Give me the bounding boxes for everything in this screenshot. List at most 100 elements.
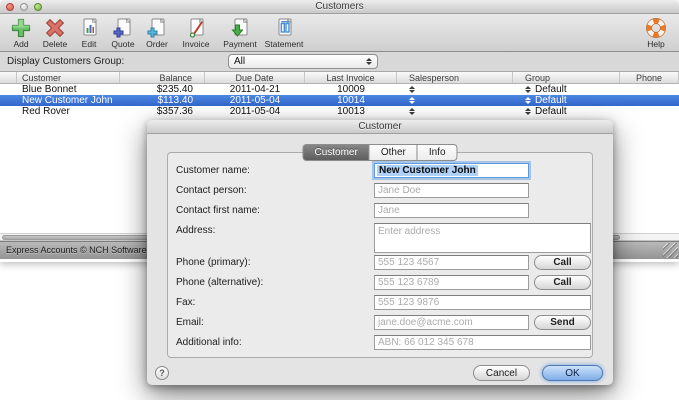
toolbar-item-label: Payment bbox=[223, 39, 257, 49]
contact-first-name-field[interactable] bbox=[374, 203, 529, 218]
customer-name-field[interactable]: New Customer John bbox=[374, 163, 529, 178]
payment-button[interactable]: Payment bbox=[218, 16, 262, 49]
selected-text: New Customer John bbox=[377, 165, 478, 176]
column-header-group[interactable]: Group bbox=[513, 72, 620, 83]
cell-last-invoice: 10013 bbox=[337, 106, 365, 117]
help-icon bbox=[645, 16, 667, 40]
cancel-button[interactable]: Cancel bbox=[473, 365, 530, 381]
table-row[interactable]: Blue Bonnet $235.40 2011-04-21 10009 Default bbox=[0, 84, 679, 95]
cell-last-invoice: 10014 bbox=[337, 95, 365, 106]
window-title: Customers bbox=[315, 1, 364, 12]
email-field[interactable] bbox=[374, 315, 529, 330]
tab-customer[interactable]: Customer bbox=[302, 144, 370, 161]
email-label: Email: bbox=[176, 317, 204, 328]
toolbar: Add Delete Edit Quote Order Invoice Payment Sta… bbox=[0, 14, 679, 52]
field-row-additional-info: Additional info: bbox=[168, 335, 592, 355]
dialog-body: Customer Other Info Customer name: New Cust… bbox=[147, 134, 613, 385]
column-header-due-date[interactable]: Due Date bbox=[205, 72, 305, 83]
contact-person-label: Contact person: bbox=[176, 185, 247, 196]
stepper-icon bbox=[409, 86, 415, 93]
column-header-last-invoice[interactable]: Last Invoice bbox=[305, 72, 397, 83]
call-button-phone-primary[interactable]: Call bbox=[534, 255, 591, 270]
cell-salesperson[interactable] bbox=[397, 84, 513, 95]
add-button[interactable]: Add bbox=[4, 16, 38, 49]
quote-button[interactable]: Quote bbox=[106, 16, 140, 49]
additional-info-label: Additional info: bbox=[176, 337, 242, 348]
cell-gutter bbox=[0, 95, 10, 106]
group-value: Default bbox=[535, 95, 567, 106]
column-header-customer[interactable]: Customer bbox=[10, 72, 120, 83]
add-icon bbox=[9, 16, 33, 40]
customer-name-label: Customer name: bbox=[176, 165, 250, 176]
tab-other[interactable]: Other bbox=[369, 144, 418, 161]
phone-primary-field[interactable] bbox=[374, 255, 529, 270]
field-row-contact-first-name: Contact first name: bbox=[168, 203, 592, 223]
column-header-salesperson[interactable]: Salesperson bbox=[397, 72, 513, 83]
cell-customer: Blue Bonnet bbox=[22, 84, 77, 95]
edit-button[interactable]: Edit bbox=[72, 16, 106, 49]
cell-due-date: 2011-05-04 bbox=[229, 106, 281, 117]
statement-button[interactable]: Statement bbox=[262, 16, 306, 49]
toolbar-item-label: Statement bbox=[264, 39, 304, 49]
customer-name-control: New Customer John bbox=[374, 163, 591, 183]
delete-icon bbox=[43, 16, 67, 40]
phone-primary-label: Phone (primary): bbox=[176, 257, 251, 268]
contact-person-field[interactable] bbox=[374, 183, 529, 198]
cell-gutter bbox=[0, 106, 10, 117]
contact-person-control bbox=[374, 183, 591, 203]
fax-control bbox=[374, 295, 591, 315]
cell-phone bbox=[620, 106, 679, 117]
cell-phone bbox=[620, 84, 679, 95]
table-row[interactable]: Red Rover $357.36 2011-05-04 10013 Default bbox=[0, 106, 679, 117]
table-header: Customer Balance Due Date Last Invoice Sales… bbox=[0, 72, 679, 84]
cell-salesperson[interactable] bbox=[397, 95, 513, 106]
invoice-icon bbox=[184, 16, 208, 40]
column-header-balance[interactable]: Balance bbox=[120, 72, 205, 83]
field-row-phone-alternative: Phone (alternative): Call bbox=[168, 275, 592, 295]
toolbar-item-label: Invoice bbox=[182, 39, 210, 49]
payment-icon bbox=[228, 16, 252, 40]
screen: Customers Add Delete Edit Quote Order Invoice… bbox=[0, 0, 679, 400]
order-button[interactable]: Order bbox=[140, 16, 174, 49]
stepper-icon bbox=[525, 97, 531, 104]
cell-salesperson[interactable] bbox=[397, 106, 513, 117]
email-control: Send bbox=[374, 315, 591, 335]
stepper-icon bbox=[525, 108, 531, 115]
order-icon bbox=[145, 16, 169, 40]
phone-primary-control: Call bbox=[374, 255, 591, 275]
table-row[interactable]: New Customer John $113.40 2011-05-04 10014 D… bbox=[0, 95, 679, 106]
cell-group[interactable]: Default bbox=[513, 84, 620, 95]
toolbar-item-label: Delete bbox=[42, 39, 68, 49]
contact-first-name-control bbox=[374, 203, 591, 223]
contact-first-name-label: Contact first name: bbox=[176, 205, 260, 216]
cell-balance: $113.40 bbox=[157, 95, 193, 106]
address-control bbox=[374, 223, 591, 255]
ok-button[interactable]: OK bbox=[542, 365, 603, 381]
additional-info-field[interactable] bbox=[374, 335, 591, 350]
tab-info[interactable]: Info bbox=[417, 144, 458, 161]
invoice-button[interactable]: Invoice bbox=[174, 16, 218, 49]
send-button-email[interactable]: Send bbox=[534, 315, 591, 330]
cell-group[interactable]: Default bbox=[513, 95, 620, 106]
main-titlebar: Customers bbox=[0, 0, 679, 14]
fax-field[interactable] bbox=[374, 295, 591, 310]
cell-balance: $235.40 bbox=[156, 84, 193, 95]
toolbar-item-label: Quote bbox=[111, 39, 135, 49]
field-row-address: Address: bbox=[168, 223, 592, 255]
call-button-phone-alternative[interactable]: Call bbox=[534, 275, 591, 290]
statement-icon bbox=[272, 16, 296, 40]
cell-due-date: 2011-05-04 bbox=[229, 95, 281, 106]
phone-alternative-field[interactable] bbox=[374, 275, 529, 290]
column-header-phone[interactable]: Phone bbox=[620, 72, 679, 83]
dialog-help-button[interactable]: ? bbox=[155, 366, 169, 380]
resize-grip[interactable] bbox=[663, 243, 678, 258]
quote-icon bbox=[111, 16, 135, 40]
address-field[interactable] bbox=[374, 223, 591, 253]
phone-alternative-control: Call bbox=[374, 275, 591, 295]
phone-alternative-label: Phone (alternative): bbox=[176, 277, 264, 288]
customers-group-dropdown[interactable]: All bbox=[228, 54, 378, 69]
cell-group[interactable]: Default bbox=[513, 106, 620, 117]
cell-gutter bbox=[0, 84, 10, 95]
delete-button[interactable]: Delete bbox=[38, 16, 72, 49]
help-button[interactable]: Help bbox=[639, 16, 673, 49]
